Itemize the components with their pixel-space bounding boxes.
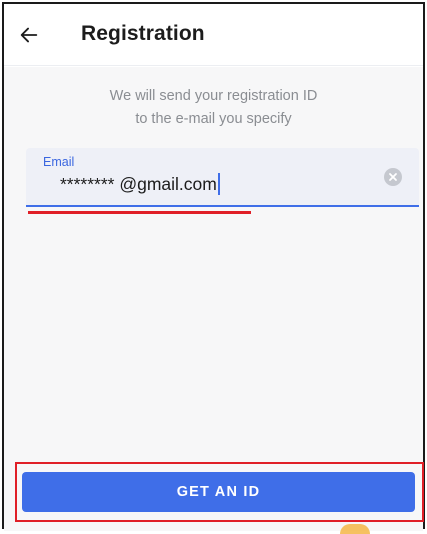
email-input[interactable]: ******** @gmail.com [60,171,360,197]
get-id-button[interactable]: GET AN ID [22,472,415,512]
clear-circle-icon [384,168,402,186]
phone-screen: Registration We will send your registrat… [2,2,425,531]
email-input-value: ******** @gmail.com [60,173,217,194]
instruction-line-1: We will send your registration ID [109,88,318,104]
registration-form: We will send your registration ID to the… [4,67,423,459]
decorative-badge [340,524,370,534]
arrow-left-icon [20,27,38,43]
email-field[interactable]: Email ******** @gmail.com [26,148,419,207]
annotation-underline [28,211,251,214]
clear-button[interactable] [384,168,402,186]
back-button[interactable] [12,18,46,52]
page-title: Registration [81,22,205,45]
email-field-label: Email [43,155,75,169]
instruction-text: We will send your registration ID to the… [4,85,423,131]
text-cursor [217,173,220,195]
instruction-line-2: to the e-mail you specify [135,111,292,127]
top-app-bar: Registration [4,4,423,66]
